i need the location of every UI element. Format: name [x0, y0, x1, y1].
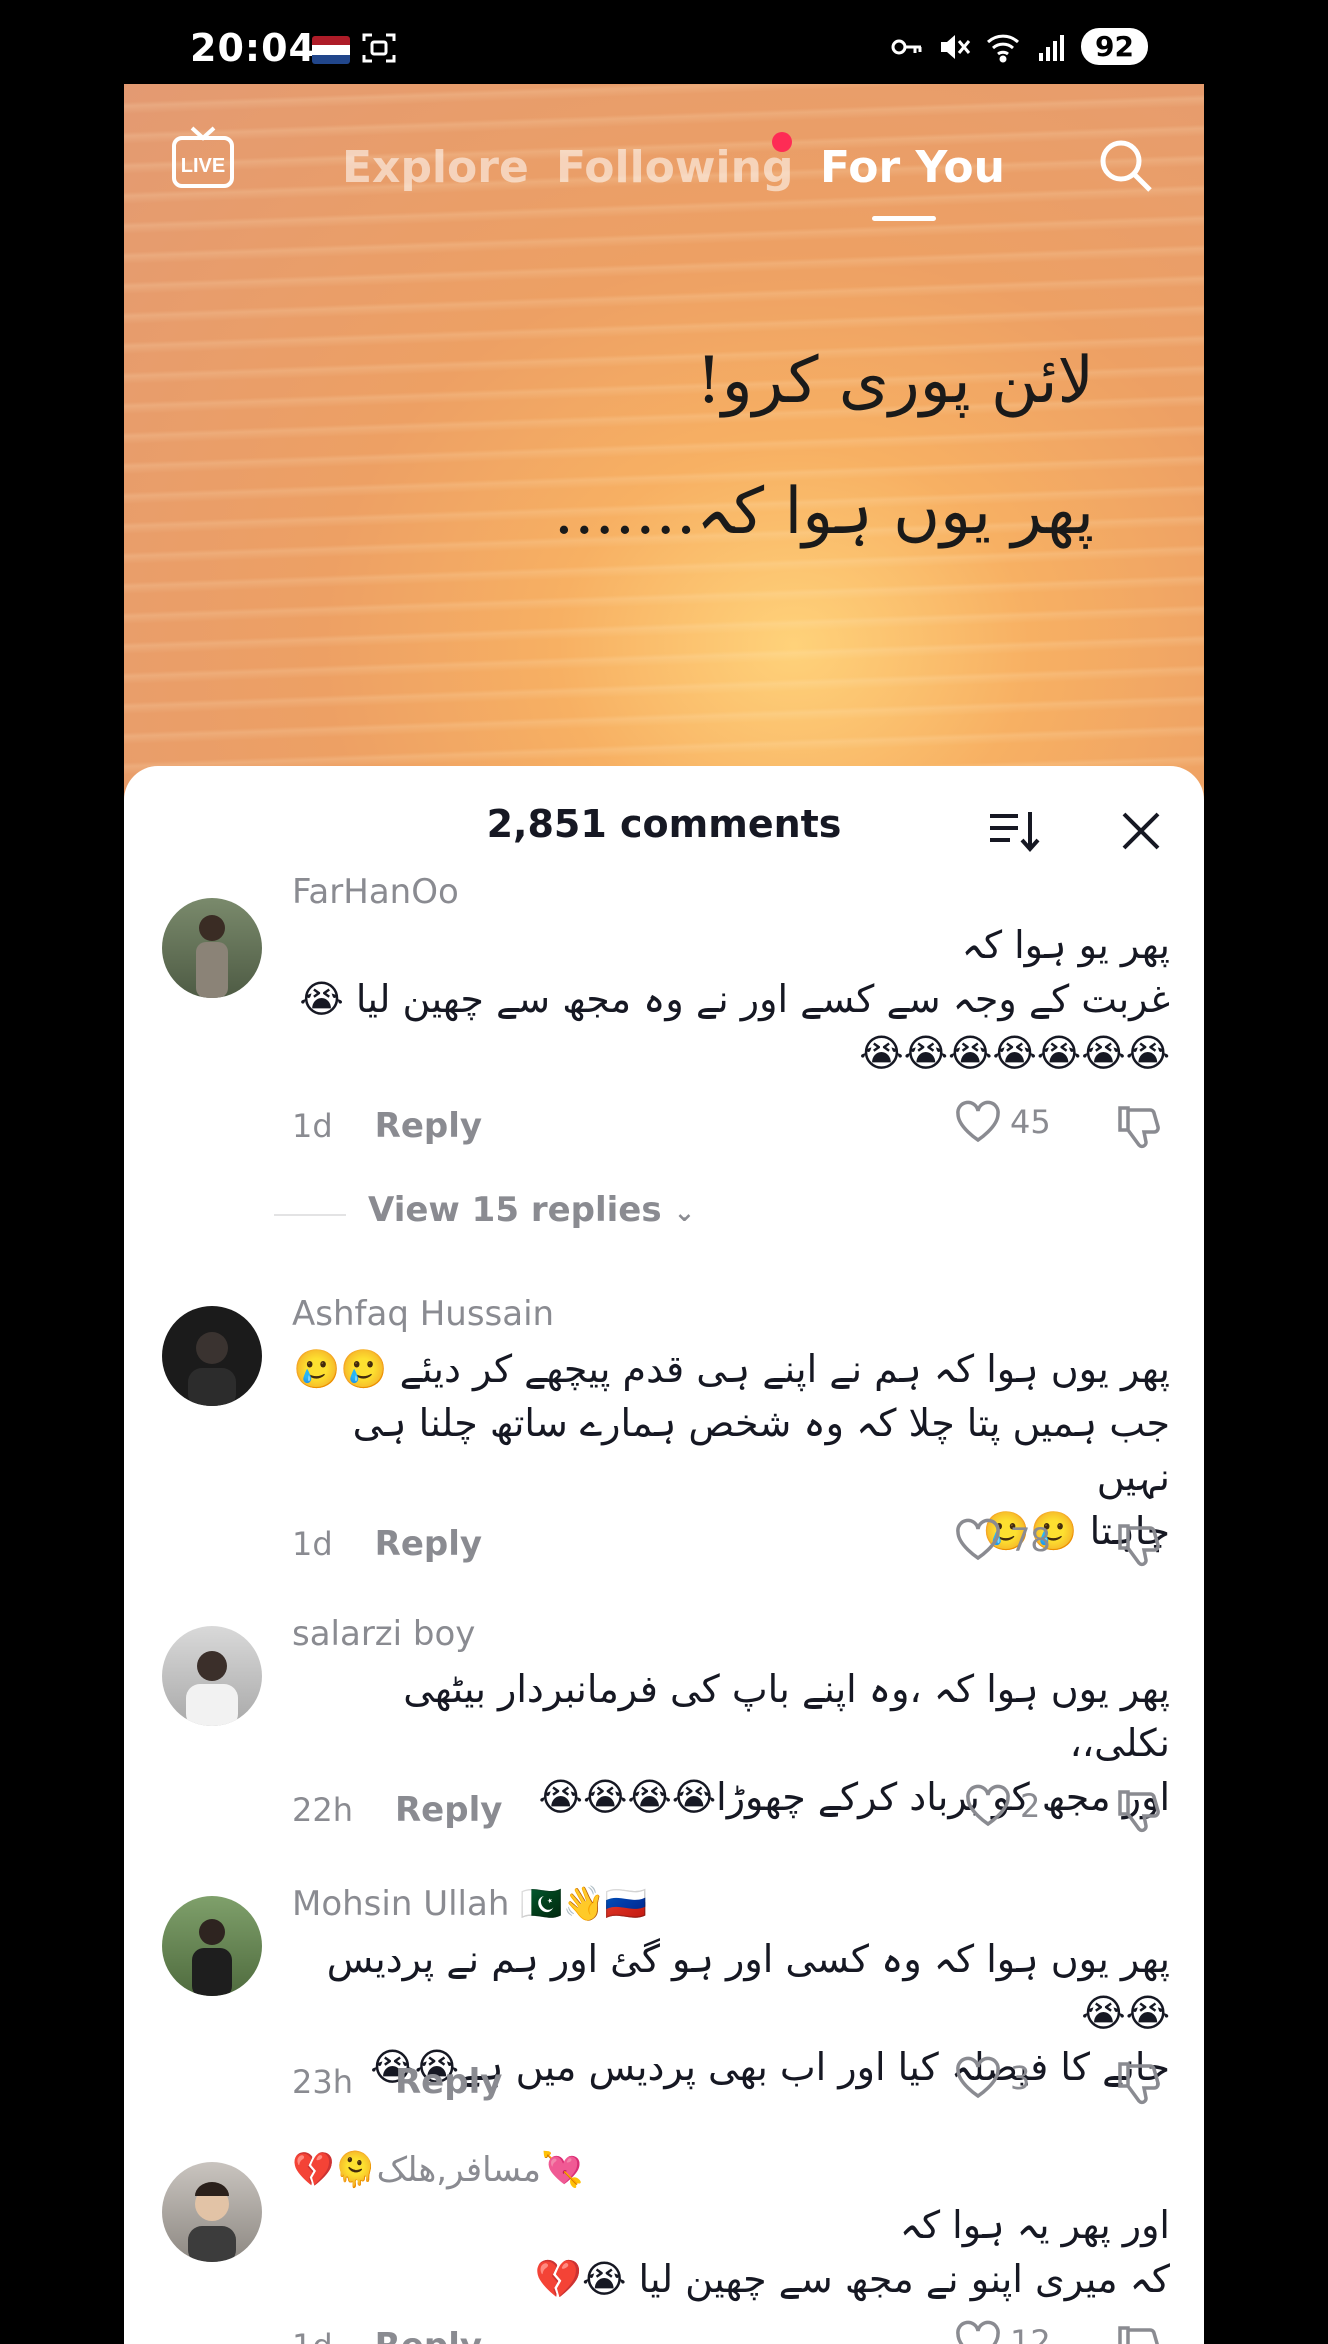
video-player[interactable]: LIVE Explore Following For You لائن پوری… — [124, 84, 1204, 804]
dislike-icon[interactable] — [1114, 2320, 1164, 2344]
signal-icon — [1039, 34, 1065, 61]
avatar[interactable] — [162, 1896, 262, 1996]
like-count: 12 — [1010, 2323, 1051, 2344]
battery-indicator: 92 — [1081, 28, 1148, 65]
comment-meta: 1d Reply — [292, 2326, 482, 2344]
dislike-icon[interactable] — [1114, 1100, 1164, 1150]
like-button[interactable]: 3 — [954, 2056, 1030, 2100]
tab-for-you[interactable]: For You — [820, 142, 1005, 193]
like-count: 45 — [1010, 1103, 1051, 1141]
comment-username[interactable]: FarHanOo — [292, 872, 459, 912]
comments-count-title: 2,851 comments — [486, 802, 842, 846]
like-count: 78 — [1010, 1521, 1051, 1559]
like-button[interactable]: 78 — [954, 1518, 1051, 1562]
live-icon[interactable]: LIVE — [168, 124, 238, 194]
top-navigation: LIVE Explore Following For You — [124, 124, 1204, 244]
comment-username[interactable]: 💔🫠مسافر,ھلک💘 — [292, 2150, 583, 2190]
screen-record-icon — [362, 33, 396, 63]
heart-icon — [956, 2056, 1000, 2099]
like-button[interactable]: 12 — [954, 2320, 1051, 2344]
reply-button[interactable]: Reply — [395, 2062, 502, 2102]
replies-divider — [274, 1214, 346, 1216]
comment-username[interactable]: Ashfaq Hussain — [292, 1294, 554, 1334]
video-caption-line-2: پھر یوں ہوا کہ....... — [553, 475, 1094, 549]
dislike-icon[interactable] — [1114, 2056, 1164, 2106]
dislike-icon[interactable] — [1114, 1518, 1164, 1568]
avatar[interactable] — [162, 2162, 262, 2262]
comment-meta: 23h Reply — [292, 2062, 502, 2102]
tab-explore[interactable]: Explore — [342, 142, 529, 193]
like-button[interactable]: 2 — [964, 1784, 1040, 1828]
comment-meta: 22h Reply — [292, 1790, 502, 1830]
comment-username[interactable]: salarzi boy — [292, 1614, 475, 1654]
close-icon[interactable] — [1118, 808, 1164, 854]
avatar[interactable] — [162, 898, 262, 998]
comments-sheet: 2,851 comments FarHanOo پھر یو ہوا کہ غر… — [124, 766, 1204, 2344]
wifi-icon — [987, 34, 1020, 62]
avatar[interactable] — [162, 1306, 262, 1406]
svg-text:LIVE: LIVE — [181, 155, 225, 177]
dislike-icon[interactable] — [1114, 1784, 1164, 1834]
key-icon — [891, 39, 922, 54]
heart-icon — [956, 1518, 1000, 1561]
like-count: 2 — [1020, 1787, 1041, 1825]
comment-time: 1d — [292, 2327, 333, 2344]
like-button[interactable]: 45 — [954, 1100, 1051, 1144]
reply-button[interactable]: Reply — [375, 1524, 482, 1564]
status-time: 20:04 — [190, 26, 316, 70]
tab-following[interactable]: Following — [556, 142, 793, 193]
heart-icon — [956, 1100, 1000, 1143]
comment-time: 23h — [292, 2063, 353, 2101]
active-tab-underline — [872, 216, 936, 221]
sort-icon[interactable] — [988, 806, 1042, 856]
comment-text: اور پھر یہ ہوا کہ کہ میری اپنو نے مجھ سے… — [534, 2203, 1170, 2301]
comment-username[interactable]: Mohsin Ullah 🇵🇰👋🇷🇺 — [292, 1884, 647, 1924]
view-replies-button[interactable]: View 15 replies ⌄ — [368, 1190, 695, 1230]
search-icon[interactable] — [1094, 134, 1158, 198]
comment-meta: 1d Reply — [292, 1524, 482, 1564]
comment-time: 22h — [292, 1791, 353, 1829]
heart-icon — [966, 1784, 1010, 1827]
comment-meta: 1d Reply — [292, 1106, 482, 1146]
status-bar: 20:04 92 — [0, 0, 1328, 86]
heart-icon — [956, 2320, 1000, 2344]
comment-time: 1d — [292, 1525, 333, 1563]
netherlands-flag-icon — [312, 36, 350, 64]
notification-dot — [772, 132, 792, 152]
reply-button[interactable]: Reply — [375, 1106, 482, 1146]
reply-button[interactable]: Reply — [375, 2326, 482, 2344]
comment-time: 1d — [292, 1107, 333, 1145]
chevron-down-icon: ⌄ — [673, 1198, 696, 1228]
reply-button[interactable]: Reply — [395, 1790, 502, 1830]
avatar[interactable] — [162, 1626, 262, 1726]
video-caption-line-1: لائن پوری کرو! — [696, 344, 1094, 418]
mute-icon — [941, 34, 971, 59]
like-count: 3 — [1010, 2059, 1031, 2097]
comment-text: پھر یو ہوا کہ غربت کے وجہ سے کسے اور نے … — [299, 923, 1170, 1075]
status-right-group: 92 — [889, 28, 1148, 65]
